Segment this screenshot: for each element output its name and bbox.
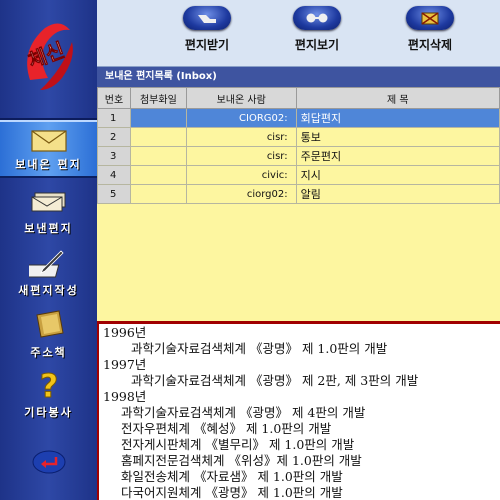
preview-line: 전자우편체계 《혜성》 제 1.0판의 개발 [121,421,332,436]
exit-button[interactable] [0,424,97,500]
table-row[interactable]: 2 cisr: 통보 [97,127,500,147]
column-header-sender[interactable]: 보내온 사람 [185,87,297,109]
return-arrow-icon [32,450,65,474]
sidebar-item-inbox[interactable]: 보내온 편지 [0,120,97,178]
row-attachment [129,184,187,204]
sidebar-item-address-book[interactable]: 주소책 [0,306,97,364]
row-attachment [129,146,187,166]
logo-emblem-icon: 체신 [25,23,73,90]
app-logo: 체신 [0,0,97,118]
inbox-title-bar: 보내온 편지목록 (Inbox) [97,67,500,87]
table-row[interactable]: 1 CIORG02: 회답편지 [97,108,500,128]
sidebar-item-other-services[interactable]: ? 기타봉사 [0,366,97,424]
receive-mail-label: 편지받기 [184,38,230,52]
toolbar: 편지받기 편지보기 편지삭제 [97,0,500,67]
table-row[interactable]: 4 civic: 지시 [97,165,500,185]
column-header-number[interactable]: 번호 [97,87,131,109]
row-subject: 주문편지 [295,146,500,166]
row-sender: cisr: [185,146,297,166]
row-number: 1 [97,108,131,128]
delete-mail-button[interactable]: 편지삭제 [375,6,485,62]
preview-line: 화일전송체계 《자료샘》 제 1.0판의 개발 [121,469,343,484]
envelope-stack-icon [31,192,65,212]
preview-line: 1998년 [103,389,147,404]
svg-text:?: ? [39,367,58,401]
row-sender: ciorg02: [185,184,297,204]
sidebar-item-sent[interactable]: 보낸편지 [0,182,97,240]
delete-mail-label: 편지삭제 [407,38,453,52]
preview-line: 과학기술자료검색체계 《광명》 제 4판의 개발 [121,405,366,420]
preview-line: 과학기술자료검색체계 《광명》 제 2판, 제 3판의 개발 [131,373,419,388]
mail-table: 번호 첨부화일 보내온 사람 제 목 1 CIORG02: 회답편지 2 cis… [97,87,500,204]
receive-mail-icon [183,6,231,30]
address-book-icon [35,310,64,338]
view-mail-label: 편지보기 [294,38,340,52]
receive-mail-button[interactable]: 편지받기 [152,6,262,62]
question-icon: ? [39,367,59,401]
row-attachment [129,108,187,128]
row-number: 4 [97,165,131,185]
sidebar-item-label: 기타봉사 [24,406,73,419]
table-row[interactable]: 3 cisr: 주문편지 [97,146,500,166]
delete-mail-icon [406,6,454,30]
sidebar-item-label: 보내온 편지 [15,158,82,171]
preview-line: 홈페지전문검색체계 《위성》제 1.0판의 개발 [121,453,362,468]
preview-line: 1996년 [103,325,147,340]
row-attachment [129,127,187,147]
view-mail-button[interactable]: 편지보기 [262,6,372,62]
row-sender: civic: [185,165,297,185]
sidebar: 체신 보내온 편지 보낸편지 새편지작성 주소책 ? 기타봉사 [0,0,97,500]
row-subject: 통보 [295,127,500,147]
preview-line: 과학기술자료검색체계 《광명》 제 1.0판의 개발 [131,341,388,356]
mail-list: 번호 첨부화일 보내온 사람 제 목 1 CIORG02: 회답편지 2 cis… [97,87,500,321]
column-header-subject[interactable]: 제 목 [295,87,500,109]
sidebar-item-label: 주소책 [30,346,67,359]
sidebar-item-label: 새편지작성 [18,284,79,297]
row-attachment [129,165,187,185]
preview-line: 전자게시판체계 《별무리》 제 1.0판의 개발 [121,437,355,452]
preview-line: 1997년 [103,357,147,372]
row-number: 2 [97,127,131,147]
row-sender: CIORG02: [185,108,297,128]
row-subject: 회답편지 [295,108,500,128]
preview-line: 다국어지원체계 《광명》 제 1.0판의 개발 [121,485,343,500]
pen-write-icon [28,250,64,278]
message-preview[interactable]: 1996년 과학기술자료검색체계 《광명》 제 1.0판의 개발 1997년 과… [97,324,500,500]
row-subject: 지시 [295,165,500,185]
row-number: 3 [97,146,131,166]
view-glasses-icon [293,6,341,30]
sidebar-item-label: 보낸편지 [24,222,73,235]
sidebar-item-compose[interactable]: 새편지작성 [0,244,97,302]
row-number: 5 [97,184,131,204]
row-sender: cisr: [185,127,297,147]
column-header-attachment[interactable]: 첨부화일 [129,87,187,109]
row-subject: 알림 [295,184,500,204]
envelope-icon [30,130,67,152]
table-row[interactable]: 5 ciorg02: 알림 [97,184,500,204]
table-header-row: 번호 첨부화일 보내온 사람 제 목 [97,87,500,109]
